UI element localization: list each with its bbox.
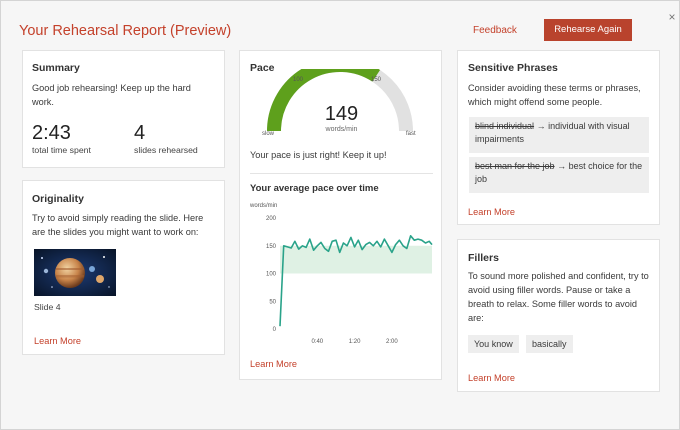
slide-4-label: Slide 4 (34, 302, 61, 312)
sensitive-phrase-2: best man for the job → best choice for t… (469, 157, 649, 193)
pace-chart-y-unit: words/min (249, 203, 277, 209)
filler-word-basically: basically (526, 335, 573, 353)
fillers-text: To sound more polished and confident, tr… (468, 271, 649, 323)
pace-value: 149 (324, 103, 359, 125)
arrow-right-icon: → (557, 161, 567, 171)
total-time-label: total time spent (32, 145, 91, 155)
y-tick-label: 50 (269, 299, 276, 305)
target-pace-band (280, 245, 432, 274)
total-time-value: 2:43 (32, 122, 71, 144)
sensitive-text: Consider avoiding these terms or phrases… (468, 83, 641, 107)
sensitive-phrase-1: blind individual → individual with visua… (469, 117, 649, 153)
summary-card: Summary Good job rehearsing! Keep up the… (22, 50, 225, 168)
pace-chart-title: Your average pace over time (250, 183, 379, 194)
report-header: Your Rehearsal Report (Preview) Feedback… (1, 1, 680, 45)
fillers-card: Fillers To sound more polished and confi… (457, 239, 660, 392)
y-tick-label: 0 (273, 327, 277, 333)
close-icon[interactable]: × (666, 11, 678, 23)
rehearsal-report-window: Your Rehearsal Report (Preview) Feedback… (0, 0, 680, 430)
phrase-2-original: best man for the job (475, 161, 555, 171)
pace-message: Your pace is just right! Keep it up! (250, 150, 387, 160)
gauge-label-high: 150 (371, 77, 382, 83)
sensitive-learn-more-link[interactable]: Learn More (468, 207, 515, 217)
pace-learn-more-link[interactable]: Learn More (250, 359, 297, 369)
x-tick-label: 1:20 (349, 339, 361, 345)
fillers-title: Fillers (468, 252, 499, 264)
arrow-right-icon: → (536, 121, 546, 131)
x-tick-label: 2:00 (386, 339, 398, 345)
filler-word-you-know: You know (468, 335, 519, 353)
pace-card: Pace 100 150 slow fast 149 words/min You… (239, 50, 442, 380)
summary-text: Good job rehearsing! Keep up the hard wo… (32, 83, 191, 107)
pace-unit: words/min (325, 126, 358, 133)
sensitive-phrases-card: Sensitive Phrases Consider avoiding thes… (457, 50, 660, 225)
originality-text: Try to avoid simply reading the slide. H… (32, 213, 204, 237)
pace-divider (250, 173, 433, 174)
sensitive-title: Sensitive Phrases (468, 62, 558, 74)
rehearse-again-button[interactable]: Rehearse Again (544, 19, 632, 41)
originality-card: Originality Try to avoid simply reading … (22, 180, 225, 355)
originality-title: Originality (32, 193, 84, 205)
report-title: Your Rehearsal Report (Preview) (19, 23, 232, 39)
y-tick-label: 100 (266, 272, 277, 278)
feedback-link[interactable]: Feedback (473, 25, 517, 36)
summary-title: Summary (32, 62, 80, 74)
y-tick-label: 200 (266, 216, 277, 222)
slides-rehearsed-label: slides rehearsed (134, 145, 198, 155)
pace-chart: words/min 200 150 100 50 0 0:40 1:20 2:00 (249, 203, 433, 345)
y-tick-label: 150 (266, 244, 277, 250)
slide-4-thumbnail[interactable] (34, 249, 116, 296)
gauge-label-low: 100 (293, 77, 304, 83)
originality-learn-more-link[interactable]: Learn More (34, 336, 81, 346)
x-tick-label: 0:40 (311, 339, 323, 345)
phrase-1-original: blind individual (475, 121, 535, 131)
fillers-learn-more-link[interactable]: Learn More (468, 373, 515, 383)
planet-image (34, 249, 116, 296)
slides-rehearsed-value: 4 (134, 122, 146, 144)
